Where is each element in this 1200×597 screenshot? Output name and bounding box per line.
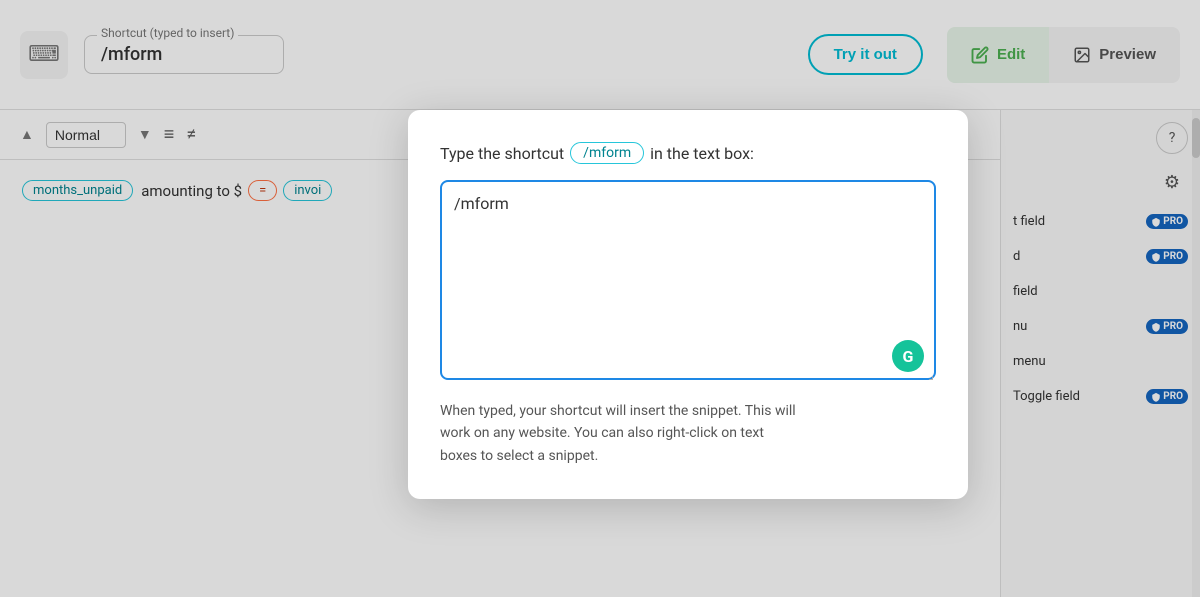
grammarly-letter: G — [903, 347, 914, 366]
modal-hint-line1: When typed, your shortcut will insert th… — [440, 403, 796, 419]
modal-hint: When typed, your shortcut will insert th… — [440, 400, 936, 467]
try-it-out-modal: Type the shortcut /mform in the text box… — [408, 110, 968, 499]
modal-hint-line2: work on any website. You can also right-… — [440, 425, 764, 441]
modal-title-suffix: in the text box: — [650, 144, 754, 163]
resize-handle[interactable]: ⌟ — [928, 368, 934, 382]
shortcut-test-input[interactable]: /mform — [440, 180, 936, 380]
grammarly-icon: G — [892, 340, 924, 372]
modal-title: Type the shortcut /mform in the text box… — [440, 142, 936, 164]
modal-shortcut-pill: /mform — [570, 142, 644, 164]
modal-title-prefix: Type the shortcut — [440, 144, 564, 163]
modal-hint-line3: boxes to select a snippet. — [440, 448, 598, 464]
textarea-wrapper: /mform G ⌟ — [440, 180, 936, 384]
